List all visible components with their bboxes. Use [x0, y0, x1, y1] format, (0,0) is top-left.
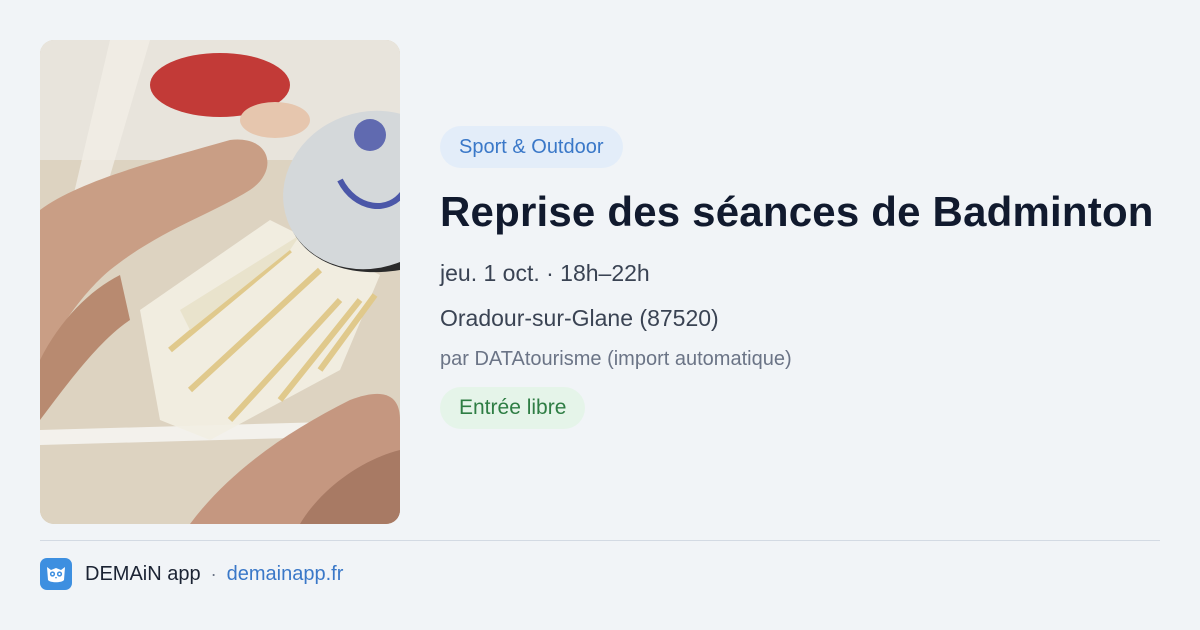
app-url-link[interactable]: demainapp.fr	[227, 563, 344, 586]
event-photo	[40, 40, 400, 524]
footer-separator: ·	[210, 563, 217, 584]
footer-divider	[40, 540, 1160, 541]
event-info: Sport & Outdoor Reprise des séances de B…	[440, 126, 1180, 429]
app-name: DEMAiN app	[85, 562, 201, 585]
event-title: Reprise des séances de Badminton	[440, 188, 1154, 235]
event-card[interactable]: Sport & Outdoor Reprise des séances de B…	[0, 0, 1200, 630]
event-datetime: jeu. 1 oct. · 18h–22h	[440, 260, 650, 286]
event-source: par DATAtourisme (import automatique)	[440, 348, 792, 370]
category-badge[interactable]: Sport & Outdoor	[440, 126, 623, 168]
footer: DEMAiN app · demainapp.fr	[40, 558, 343, 590]
owl-logo-icon[interactable]	[40, 558, 72, 590]
price-badge: Entrée libre	[440, 387, 586, 429]
event-location: Oradour-sur-Glane (87520)	[440, 305, 719, 331]
